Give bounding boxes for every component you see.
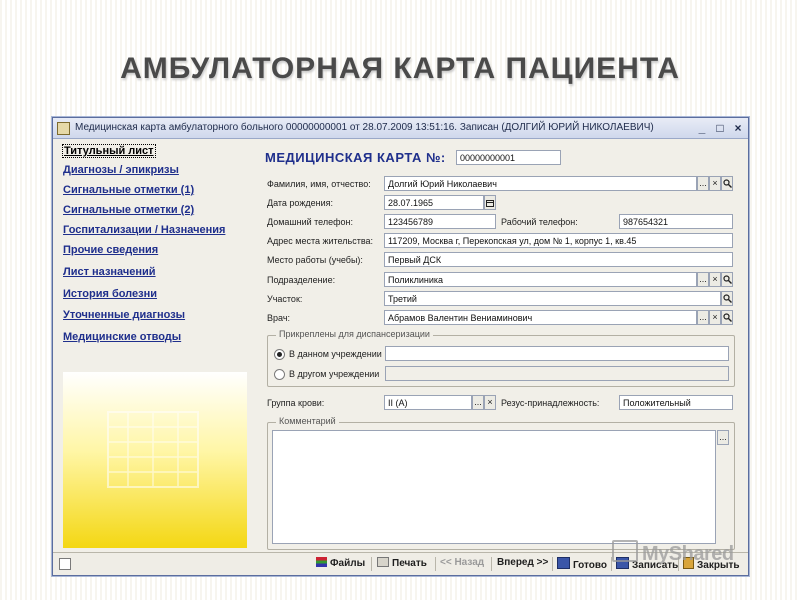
- nav-prescriptions[interactable]: Лист назначений: [63, 266, 156, 278]
- watermark-logo-icon: [612, 540, 638, 562]
- work-phone-field[interactable]: 987654321: [619, 214, 733, 229]
- department-clear-button[interactable]: ×: [709, 272, 721, 287]
- done-button[interactable]: Готово: [557, 557, 607, 571]
- back-button[interactable]: << Назад: [440, 557, 484, 568]
- forward-button[interactable]: Вперед >>: [497, 557, 548, 568]
- department-field[interactable]: Поликлиника: [384, 272, 697, 287]
- separator: [552, 557, 553, 571]
- district-search-icon[interactable]: [721, 291, 733, 306]
- card-number-label: МЕДИЦИНСКАЯ КАРТА №:: [265, 150, 446, 165]
- calendar-icon[interactable]: [484, 195, 496, 210]
- radio-this-institution[interactable]: [274, 349, 285, 360]
- birth-date-field[interactable]: 28.07.1965: [384, 195, 484, 210]
- birth-label: Дата рождения:: [267, 198, 333, 208]
- clinic-banner: [63, 372, 247, 548]
- files-icon: [316, 557, 327, 567]
- fio-clear-button[interactable]: ×: [709, 176, 721, 191]
- nav-medical-exemptions[interactable]: Медицинские отводы: [63, 331, 181, 343]
- title-sheet-form: МЕДИЦИНСКАЯ КАРТА №: 00000000001 Фамилия…: [263, 142, 743, 552]
- comment-group: Комментарий ...: [267, 416, 735, 550]
- watermark-text: MyShared: [642, 543, 734, 565]
- print-label: Печать: [392, 558, 427, 569]
- fio-select-button[interactable]: ...: [697, 176, 709, 191]
- status-checkbox[interactable]: [59, 558, 71, 570]
- blood-group-label: Группа крови:: [267, 398, 325, 408]
- files-label: Файлы: [330, 558, 366, 569]
- workplace-field[interactable]: Первый ДСК: [384, 252, 733, 267]
- comment-textarea[interactable]: [272, 430, 716, 544]
- files-button[interactable]: Файлы: [316, 557, 365, 569]
- doctor-search-icon[interactable]: [721, 310, 733, 325]
- nav-diagnoses[interactable]: Диагнозы / эпикризы: [63, 164, 179, 176]
- maximize-button[interactable]: □: [714, 118, 726, 138]
- nav-refined-diagnoses[interactable]: Уточненные диагнозы: [63, 309, 185, 321]
- slide-title: АМБУЛАТОРНАЯ КАРТА ПАЦИЕНТА: [120, 52, 680, 85]
- work-phone-label: Рабочий телефон:: [501, 217, 578, 227]
- card-number-field[interactable]: 00000000001: [456, 150, 561, 165]
- fio-field[interactable]: Долгий Юрий Николаевич: [384, 176, 697, 191]
- doctor-select-button[interactable]: ...: [697, 310, 709, 325]
- address-field[interactable]: 117209, Москва г, Перекопская ул, дом № …: [384, 233, 733, 248]
- address-label: Адрес места жительства:: [267, 236, 374, 246]
- home-phone-label: Домашний телефон:: [267, 217, 354, 227]
- comment-select-button[interactable]: ...: [717, 430, 729, 445]
- other-institution-field[interactable]: [385, 366, 729, 381]
- doctor-field[interactable]: Абрамов Валентин Вениаминович: [384, 310, 697, 325]
- fio-search-icon[interactable]: [721, 176, 733, 191]
- rh-field[interactable]: Положительный: [619, 395, 733, 410]
- building-icon: [107, 411, 199, 488]
- blood-group-field[interactable]: II (A): [384, 395, 472, 410]
- radio-this-institution-label: В данном учреждении: [289, 349, 382, 359]
- window-title: Медицинская карта амбулаторного больного…: [75, 122, 654, 133]
- comment-legend: Комментарий: [276, 416, 339, 426]
- rh-label: Резус-принадлежность:: [501, 398, 600, 408]
- blood-group-clear-button[interactable]: ×: [484, 395, 496, 410]
- doctor-label: Врач:: [267, 313, 291, 323]
- window-titlebar: Медицинская карта амбулаторного больного…: [53, 118, 748, 139]
- district-label: Участок:: [267, 294, 303, 304]
- floppy-icon: [557, 557, 570, 569]
- close-window-button[interactable]: ×: [732, 118, 744, 138]
- nav-medical-history[interactable]: История болезни: [63, 288, 157, 300]
- done-label: Готово: [573, 560, 608, 571]
- separator: [435, 557, 436, 571]
- separator: [371, 557, 372, 571]
- radio-other-institution-label: В другом учреждении: [289, 369, 380, 379]
- dispensary-group: Прикреплены для диспансеризации В данном…: [267, 329, 735, 387]
- nav-hospitalizations[interactable]: Госпитализации / Назначения: [63, 224, 225, 236]
- minimize-button[interactable]: _: [696, 118, 708, 138]
- home-phone-field[interactable]: 123456789: [384, 214, 496, 229]
- fio-label: Фамилия, имя, отчество:: [267, 179, 371, 189]
- watermark: MyShared: [612, 540, 734, 566]
- workplace-label: Место работы (учебы):: [267, 255, 363, 265]
- nav-title-sheet[interactable]: Титульный лист: [62, 144, 156, 158]
- printer-icon: [377, 557, 389, 567]
- this-institution-field[interactable]: [385, 346, 729, 361]
- dispensary-legend: Прикреплены для диспансеризации: [276, 329, 433, 339]
- doctor-clear-button[interactable]: ×: [709, 310, 721, 325]
- navigation-pane: Титульный лист Диагнозы / эпикризы Сигна…: [59, 142, 249, 550]
- nav-signal-marks-2[interactable]: Сигнальные отметки (2): [63, 204, 194, 216]
- department-select-button[interactable]: ...: [697, 272, 709, 287]
- patient-card-window: Медицинская карта амбулаторного больного…: [52, 117, 749, 576]
- nav-signal-marks-1[interactable]: Сигнальные отметки (1): [63, 184, 194, 196]
- district-field[interactable]: Третий: [384, 291, 721, 306]
- blood-group-select-button[interactable]: ...: [472, 395, 484, 410]
- department-search-icon[interactable]: [721, 272, 733, 287]
- nav-other-info[interactable]: Прочие сведения: [63, 244, 158, 256]
- document-icon: [57, 122, 70, 135]
- radio-other-institution[interactable]: [274, 369, 285, 380]
- print-button[interactable]: Печать: [377, 557, 427, 569]
- separator: [491, 557, 492, 571]
- department-label: Подразделение:: [267, 275, 336, 285]
